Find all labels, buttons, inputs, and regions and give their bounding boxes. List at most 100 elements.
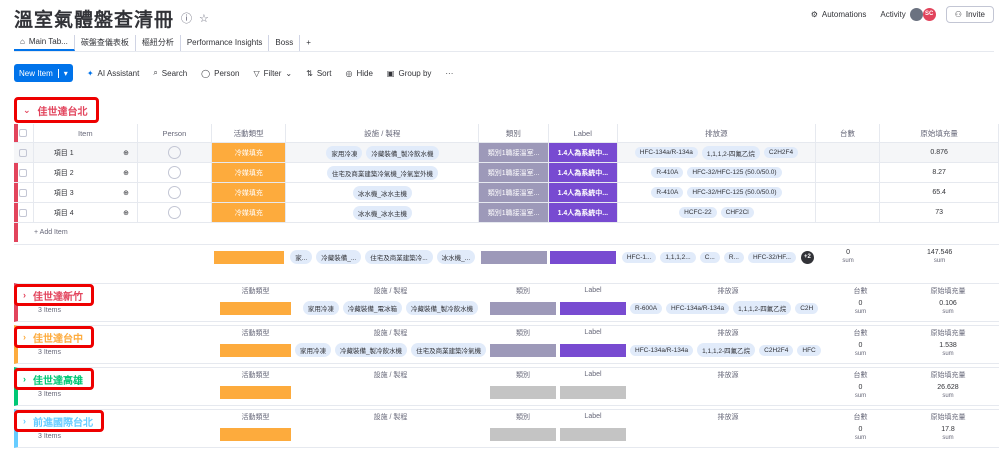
source-cell[interactable]: HFC-134a/R-134a 1,1,1,2-四氟乙烷 C2H2F4 [618, 143, 816, 162]
activity-button[interactable]: Activity SC [880, 8, 936, 21]
tab-dashboard[interactable]: 碳盤查儀表板 [75, 34, 136, 51]
filter-icon: ▽ [253, 68, 260, 78]
tab-pivot[interactable]: 樞紐分析 [136, 34, 181, 51]
category-cell[interactable]: 類別1職接溫室... [479, 203, 549, 222]
equipment-cell[interactable]: 冰水機_冰水主機 [286, 183, 480, 202]
col-activity[interactable]: 活動類型 [212, 124, 287, 142]
fill-cell[interactable]: 65.4 [880, 183, 999, 202]
invite-button[interactable]: ⚇ Invite [945, 6, 994, 23]
person-placeholder-icon [168, 206, 182, 219]
count-cell[interactable] [816, 143, 881, 162]
add-update-icon[interactable]: ⊕ [123, 169, 129, 177]
table-row[interactable]: 項目 4 ⊕ 冷媒填充 冰水機_冰水主機 類別1職接溫室... 1.4人為系統中... HC… [14, 203, 999, 223]
invite-label: Invite [965, 10, 985, 19]
equipment-cell[interactable]: 家用冷凍 冷藏裝備_製冷飲水機 [286, 143, 480, 162]
automations-button[interactable]: ⚙ Automations [811, 10, 867, 19]
activity-cell[interactable]: 冷媒填充 [212, 163, 287, 182]
label-cell[interactable]: 1.4人為系統中... [548, 163, 618, 182]
activity-cell[interactable]: 冷媒填充 [212, 183, 287, 202]
table-row[interactable]: 項目 3 ⊕ 冷媒填充 冰水機_冰水主機 類別1職接溫室... 1.4人為系統中... R-… [14, 183, 999, 203]
col-category[interactable]: 類別 [479, 124, 549, 142]
col-person[interactable]: Person [138, 124, 212, 142]
item-cell[interactable]: 項目 2 ⊕ [34, 163, 138, 182]
category-cell[interactable]: 類別1職接溫室... [479, 183, 549, 202]
checkbox-icon [19, 188, 28, 197]
label-cell[interactable]: 1.4人為系統中... [548, 143, 618, 162]
count-cell[interactable] [816, 183, 881, 202]
person-cell[interactable] [138, 143, 213, 162]
add-item-button[interactable]: + Add Item [34, 223, 139, 241]
label-cell[interactable]: 1.4人為系統中... [548, 203, 618, 222]
fill-cell[interactable]: 8.27 [880, 163, 999, 182]
row-checkbox[interactable] [14, 183, 34, 202]
new-item-button[interactable]: New Item ▾ [14, 64, 73, 82]
source-cell[interactable]: R-410A HFC-32/HFC-125 (50.0/50.0) [618, 163, 816, 182]
col-label[interactable]: Label [549, 124, 618, 142]
group-title-collapsed[interactable]: › 佳世達高雄 [14, 368, 94, 390]
person-cell[interactable] [138, 163, 213, 182]
activity-cell[interactable]: 冷媒填充 [212, 203, 287, 222]
item-cell[interactable]: 項目 1 ⊕ [34, 143, 138, 162]
add-view-button[interactable]: + [300, 35, 317, 51]
chevron-down-icon[interactable]: ▾ [57, 68, 73, 78]
source-cell[interactable]: HCFC-22 CHF2Cl [618, 203, 816, 222]
group-by-button[interactable]: ▣ Group by [387, 69, 431, 78]
col-item[interactable]: Item [34, 124, 138, 142]
item-name: 項目 1 [53, 149, 74, 157]
more-options-button[interactable]: ··· [445, 69, 453, 78]
add-update-icon[interactable]: ⊕ [123, 189, 129, 197]
info-icon[interactable]: ⓘ [181, 10, 192, 26]
group-title-collapsed[interactable]: › 佳世達新竹 [14, 284, 94, 306]
count-cell[interactable] [816, 203, 881, 222]
row-checkbox[interactable] [14, 163, 34, 182]
group-title-collapsed[interactable]: › 佳世達台中 [14, 326, 94, 348]
tab-performance[interactable]: Performance Insights [181, 34, 270, 51]
group-title-collapsed[interactable]: › 前進國際台北 [14, 410, 104, 432]
person-cell[interactable] [138, 203, 213, 222]
collapsed-group: 3 Items 活動類型 設施 / 製程 家用冷凍 冷藏裝備_電冰箱 冷藏裝備_製冷飲水機… [14, 283, 999, 322]
activity-cell[interactable]: 冷媒填充 [212, 143, 287, 162]
row-checkbox[interactable] [14, 143, 34, 162]
group-title-taipei[interactable]: ⌄ 佳世達台北 [14, 97, 99, 123]
add-update-icon[interactable]: ⊕ [123, 149, 129, 157]
more-tags-badge[interactable]: +2 [800, 250, 814, 264]
add-update-icon[interactable]: ⊕ [123, 209, 129, 217]
search-button[interactable]: ⌕ Search [153, 68, 187, 78]
star-icon[interactable]: ☆ [199, 12, 209, 25]
row-checkbox[interactable] [14, 203, 34, 222]
table-row[interactable]: 項目 2 ⊕ 冷媒填充 住宅及商業建築冷氣機_冷氣室外機 類別1職接溫室... 1.4人為… [14, 163, 999, 183]
source-cell[interactable]: R-410A HFC-32/HFC-125 (50.0/50.0) [618, 183, 816, 202]
category-cell[interactable]: 類別1職接溫室... [479, 143, 549, 162]
source-tag: 1,1,1,2... [660, 251, 696, 263]
person-filter-button[interactable]: ◯ Person [201, 69, 239, 78]
chevron-down-icon: ⌄ [23, 104, 31, 115]
summary-bar [489, 343, 557, 357]
col-count[interactable]: 台數 [816, 124, 881, 142]
label-cell[interactable]: 1.4人為系統中... [548, 183, 618, 202]
equipment-tag: 住宅及商業建築冷氣機 [411, 343, 487, 357]
equipment-cell[interactable]: 冰水機_冰水主機 [286, 203, 480, 222]
equipment-tag: 冰水機_冰水主機 [352, 205, 413, 220]
ai-assistant-button[interactable]: ✦ AI Assistant [87, 69, 140, 78]
item-cell[interactable]: 項目 3 ⊕ [34, 183, 138, 202]
hide-button[interactable]: ◎ Hide [345, 69, 372, 78]
col-fill[interactable]: 原始填充量 [880, 124, 999, 142]
col-source[interactable]: 排放源 [618, 124, 816, 142]
category-cell[interactable]: 類別1職接溫室... [479, 163, 549, 182]
tab-boss[interactable]: Boss [269, 34, 301, 51]
add-item-row[interactable]: + Add Item [14, 223, 999, 241]
count-cell[interactable] [816, 163, 881, 182]
tab-main[interactable]: ⌂ Main Tab... [14, 34, 75, 51]
filter-button[interactable]: ▽ Filter ⌄ [253, 69, 292, 78]
select-all-checkbox[interactable] [14, 124, 34, 142]
person-cell[interactable] [138, 183, 213, 202]
col-summary [488, 423, 558, 445]
top-right-actions: ⚙ Automations Activity SC ⚇ Invite [811, 6, 994, 23]
fill-cell[interactable]: 0.876 [880, 143, 999, 162]
item-cell[interactable]: 項目 4 ⊕ [34, 203, 138, 222]
col-equipment[interactable]: 設施 / 製程 [286, 124, 480, 142]
table-row[interactable]: 項目 1 ⊕ 冷媒填充 家用冷凍 冷藏裝備_製冷飲水機 類別1職接溫室... 1.4人為系統… [14, 143, 999, 163]
equipment-cell[interactable]: 住宅及商業建築冷氣機_冷氣室外機 [286, 163, 480, 182]
fill-cell[interactable]: 73 [880, 203, 999, 222]
sort-button[interactable]: ⇅ Sort [306, 69, 331, 78]
